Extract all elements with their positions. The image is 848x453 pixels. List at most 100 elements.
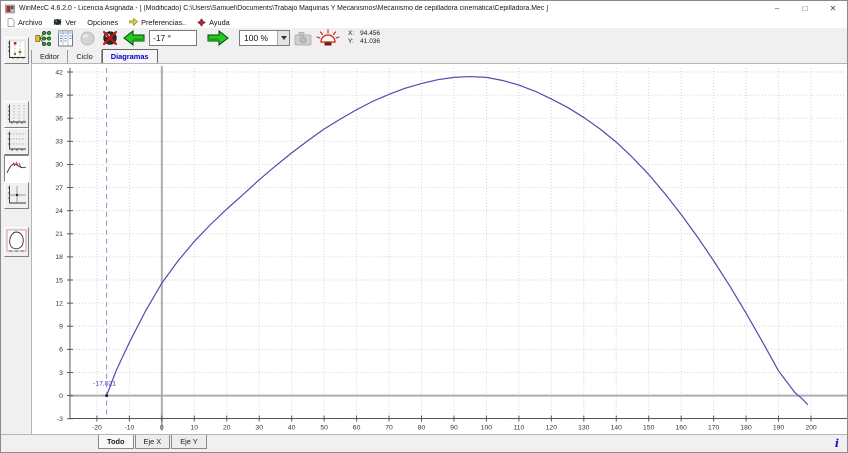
- horizontal-grid-chart-icon: [6, 130, 27, 153]
- arrow-icon: [129, 18, 138, 26]
- svg-text:30: 30: [55, 162, 63, 169]
- svg-text:20: 20: [223, 425, 231, 432]
- coord-x-label: X:: [348, 30, 354, 38]
- table-icon: [57, 30, 74, 47]
- svg-text:9: 9: [59, 324, 63, 331]
- zoom-select[interactable]: 100 %: [239, 30, 290, 46]
- svg-text:-3: -3: [57, 416, 63, 423]
- svg-text:50: 50: [320, 425, 328, 432]
- chevron-down-icon[interactable]: [277, 31, 289, 45]
- sidebar: [1, 31, 31, 434]
- svg-text:-20: -20: [92, 425, 102, 432]
- svg-text:200: 200: [805, 425, 817, 432]
- close-button[interactable]: ✕: [819, 1, 847, 16]
- angle-input[interactable]: [149, 30, 197, 46]
- menu-ver[interactable]: Ver: [50, 16, 84, 28]
- sidebar-mechanism-chart-button[interactable]: [4, 37, 29, 64]
- app-window: WinMecC 4.6.2.0 - Licencia Asignada - [ …: [0, 0, 848, 453]
- lamp-icon: [316, 29, 340, 47]
- stop-icon: [101, 29, 119, 47]
- sidebar-closed-curve-chart-button[interactable]: [4, 227, 29, 257]
- mechanism-button[interactable]: [34, 29, 53, 48]
- help-icon: [197, 18, 206, 27]
- tab-eje-y[interactable]: Eje Y: [171, 435, 207, 449]
- camera-button-disabled: [293, 29, 312, 48]
- svg-text:190: 190: [773, 425, 785, 432]
- tab-editor[interactable]: Editor: [31, 50, 68, 63]
- next-angle-button[interactable]: [206, 29, 230, 48]
- svg-text:6: 6: [59, 347, 63, 354]
- svg-text:12: 12: [55, 300, 63, 307]
- diagram-plot[interactable]: -303691215182124273033363942-20-10010203…: [32, 64, 848, 435]
- svg-text:-17,021: -17,021: [93, 381, 116, 388]
- camera-icon: [294, 31, 312, 46]
- menu-archivo[interactable]: Archivo: [4, 16, 50, 28]
- svg-text:0: 0: [59, 393, 63, 400]
- coord-y-label: Y:: [348, 38, 354, 46]
- prev-arrow-icon: [123, 30, 145, 46]
- svg-text:160: 160: [676, 425, 688, 432]
- svg-text:-10: -10: [124, 425, 134, 432]
- svg-text:33: 33: [55, 139, 63, 146]
- mechanism-icon: [35, 30, 52, 47]
- lamp-button[interactable]: [315, 29, 340, 48]
- tab-diagramas[interactable]: Diagramas: [102, 49, 158, 63]
- svg-text:150: 150: [643, 425, 655, 432]
- prev-angle-button[interactable]: [122, 29, 146, 48]
- window-title: WinMecC 4.6.2.0 - Licencia Asignada - [ …: [19, 5, 763, 12]
- sidebar-vertical-grid-chart-button[interactable]: [4, 101, 29, 128]
- tab-ciclo[interactable]: Ciclo: [68, 50, 101, 63]
- menu-preferencias[interactable]: Preferencias..: [126, 16, 194, 28]
- svg-text:42: 42: [55, 69, 63, 76]
- svg-text:30: 30: [255, 425, 263, 432]
- next-arrow-icon: [207, 30, 229, 46]
- sidebar-horizontal-grid-chart-button[interactable]: [4, 128, 29, 155]
- svg-text:70: 70: [385, 425, 393, 432]
- svg-text:0: 0: [160, 425, 164, 432]
- menubar: Archivo Ver Opciones Preferencias.. Ayud: [1, 16, 847, 28]
- svg-text:15: 15: [55, 277, 63, 284]
- table-button[interactable]: [56, 29, 75, 48]
- svg-text:10: 10: [191, 425, 199, 432]
- mechanism-chart-icon: [6, 39, 27, 62]
- svg-text:130: 130: [578, 425, 590, 432]
- app-icon: [5, 4, 15, 14]
- document-icon: [7, 18, 15, 27]
- coord-y-value: 41.036: [360, 38, 380, 46]
- view-tabbar: Editor Ciclo Diagramas: [31, 48, 158, 63]
- svg-text:90: 90: [450, 425, 458, 432]
- stop-button[interactable]: [100, 29, 119, 48]
- toolbar: 100 % X: 94.456 Y: 41.036: [1, 28, 847, 48]
- svg-text:21: 21: [55, 231, 63, 238]
- tab-todo[interactable]: Todo: [98, 435, 134, 449]
- titlebar: WinMecC 4.6.2.0 - Licencia Asignada - [ …: [1, 1, 847, 16]
- svg-text:110: 110: [513, 425, 524, 432]
- maximize-button[interactable]: □: [791, 1, 819, 16]
- svg-text:100: 100: [481, 425, 493, 432]
- zoom-value: 100 %: [240, 33, 277, 43]
- svg-text:170: 170: [708, 425, 720, 432]
- svg-text:24: 24: [55, 208, 63, 215]
- svg-text:40: 40: [288, 425, 296, 432]
- minimize-button[interactable]: –: [763, 1, 791, 16]
- coord-x-value: 94.456: [360, 30, 380, 38]
- diagram-panel: -303691215182124273033363942-20-10010203…: [31, 63, 848, 434]
- svg-text:180: 180: [740, 425, 752, 432]
- sidebar-point-chart-button[interactable]: [4, 182, 29, 209]
- svg-text:140: 140: [611, 425, 623, 432]
- svg-text:80: 80: [418, 425, 426, 432]
- tab-eje-x[interactable]: Eje X: [135, 435, 171, 449]
- menu-opciones[interactable]: Opciones: [84, 16, 126, 28]
- vertical-grid-chart-icon: [6, 103, 27, 126]
- sphere-icon: [79, 30, 96, 47]
- info-icon[interactable]: i: [835, 437, 839, 450]
- svg-text:27: 27: [55, 185, 63, 192]
- svg-text:36: 36: [55, 116, 63, 123]
- bug-icon: [53, 18, 62, 26]
- sphere-button-disabled: [78, 29, 97, 48]
- sidebar-curve-chart-button[interactable]: [4, 155, 29, 182]
- svg-text:120: 120: [546, 425, 558, 432]
- cursor-coordinates: X: 94.456 Y: 41.036: [348, 30, 380, 46]
- menu-ayuda[interactable]: Ayuda: [194, 16, 238, 28]
- svg-text:18: 18: [55, 254, 63, 261]
